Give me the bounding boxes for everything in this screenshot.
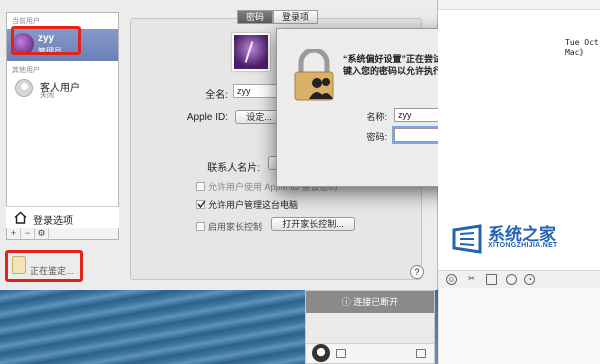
link-icon[interactable]	[506, 274, 517, 285]
user-picture[interactable]	[232, 33, 270, 71]
checkmark-icon	[197, 200, 206, 209]
guest-avatar	[15, 79, 33, 97]
connection-status-text: 连接已断开	[353, 297, 399, 307]
image-icon[interactable]	[486, 274, 497, 285]
current-users-label: 当前用户	[12, 18, 40, 25]
connection-status: ⓘ 连接已断开	[306, 291, 434, 313]
clock-icon[interactable]: ◔	[524, 274, 535, 285]
contact-avatar	[312, 344, 330, 362]
emoji-icon[interactable]: ☺	[446, 274, 457, 285]
checkbox-box-checked	[196, 200, 206, 209]
sidebar-buttons: + − ⚙	[6, 228, 119, 240]
user-row-guest[interactable]: 客人用户 关闭	[7, 77, 118, 101]
fullname-label: 全名:	[205, 90, 228, 101]
gear-icon[interactable]: ⚙	[35, 228, 49, 239]
highlight-user	[11, 26, 81, 55]
scissors-icon[interactable]: ✂	[466, 274, 477, 285]
chat-line-2: Mac》	[565, 48, 588, 57]
help-button[interactable]: ?	[410, 265, 424, 279]
checkbox-label: 允许用户管理这台电脑	[208, 200, 299, 210]
chat-text: Tue Oct Mac》	[565, 38, 599, 58]
login-options-item[interactable]: 登录选项	[6, 206, 119, 228]
connection-panel: ⓘ 连接已断开	[305, 290, 435, 364]
chat-line-1: Tue Oct	[565, 38, 599, 47]
wallpaper-wave	[0, 288, 305, 364]
site-watermark: 系统之家 XITONGZHIJIA.NET	[450, 218, 590, 260]
contact-card-label: 联系人名片:	[207, 163, 260, 174]
chat-input-area[interactable]	[438, 288, 600, 364]
watermark-logo	[452, 224, 482, 254]
connection-footer	[306, 343, 434, 363]
chat-window: Tue Oct Mac》 ☺ ✂ ◔	[438, 0, 600, 364]
device-icon	[336, 349, 346, 358]
checkbox-label: 启用家长控制	[208, 222, 263, 232]
house-icon	[14, 211, 27, 224]
contact-card-icon[interactable]	[416, 349, 426, 358]
tab-login-items[interactable]: 登录项	[273, 10, 319, 24]
highlight-lock	[5, 250, 83, 282]
checkbox-box	[196, 222, 205, 231]
watermark-en: XITONGZHIJIA.NET	[488, 242, 558, 249]
password-label: 密码:	[366, 132, 387, 142]
chat-titlebar	[438, 0, 600, 10]
login-options-label: 登录选项	[33, 216, 73, 227]
chat-toolbar: ☺ ✂ ◔	[438, 270, 600, 288]
tab-bar: 密码 登录项	[237, 10, 319, 24]
name-label: 名称:	[366, 112, 387, 122]
open-parental-controls-button[interactable]: 打开家长控制...	[271, 217, 355, 231]
remove-user-button[interactable]: −	[21, 228, 35, 239]
checkbox-parental[interactable]: 启用家长控制	[196, 220, 262, 233]
other-users-label: 其他用户	[12, 67, 40, 74]
guest-status: 关闭	[40, 92, 54, 99]
add-user-button[interactable]: +	[7, 228, 21, 239]
appleid-label: Apple ID:	[186, 112, 228, 123]
padlock-icon	[294, 49, 334, 101]
checkbox-admin[interactable]: 允许用户管理这台电脑	[196, 198, 298, 211]
tab-password[interactable]: 密码	[237, 10, 274, 24]
checkbox-box	[196, 182, 205, 191]
